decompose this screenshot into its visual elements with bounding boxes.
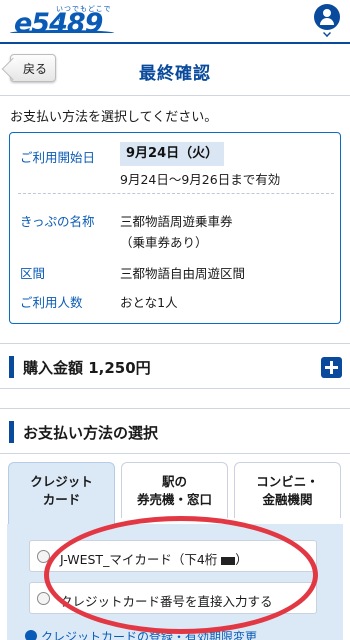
- masked-digits: [221, 556, 236, 565]
- tab-station[interactable]: 駅の 券売機・窓口: [121, 462, 228, 518]
- ticket-name-note: （乗車券あり）: [120, 235, 208, 250]
- account-menu-button[interactable]: [314, 4, 340, 40]
- card-registration-link-text: クレジットカードの登録・有効期限変更: [41, 630, 258, 640]
- card-registration-link[interactable]: クレジットカードの登録・有効期限変更: [25, 628, 257, 640]
- page-title: 最終確認: [139, 64, 211, 84]
- start-date-label: ご利用開始日: [20, 150, 96, 165]
- option-direct-card-entry[interactable]: クレジットカード番号を直接入力する: [29, 582, 317, 614]
- user-icon: [314, 4, 340, 30]
- logo-swoosh: [10, 30, 114, 36]
- radio-direct-card-entry[interactable]: [37, 592, 50, 605]
- route-value: 三都物語自由周遊区間: [120, 266, 246, 281]
- direct-card-entry-label: クレジットカード番号を直接入力する: [60, 594, 273, 609]
- ticket-summary-card: ご利用開始日 9月24日（火） 9月24日～9月26日まで有効 きっぷの名称 三…: [9, 132, 341, 324]
- purchase-amount-section[interactable]: 購入金額 1,250円: [0, 343, 350, 389]
- chevron-down-icon: [323, 29, 331, 37]
- section-accent: [9, 356, 14, 378]
- route-label: 区間: [20, 266, 46, 281]
- ticket-name-value: 三都物語周遊乗車券: [120, 214, 233, 229]
- app-header: いつでもどこでも e5489: [0, 0, 350, 44]
- people-value: おとな1人: [120, 295, 178, 310]
- radio-registered-card[interactable]: [37, 550, 50, 563]
- tab-convenience-store[interactable]: コンビニ・ 金融機関: [234, 462, 341, 518]
- registered-card-suffix: ）: [235, 552, 248, 567]
- info-icon: [25, 630, 37, 640]
- ticket-name-label: きっぷの名称: [20, 214, 95, 229]
- validity-text: 9月24日～9月26日まで有効: [120, 172, 281, 187]
- people-label: ご利用人数: [20, 295, 83, 310]
- registered-card-label: J-WEST_マイカード（下4桁: [60, 552, 218, 567]
- payment-method-title: お支払い方法の選択: [23, 424, 159, 442]
- title-bar: 戻る 最終確認: [0, 46, 350, 96]
- payment-tabs: クレジット カード 駅の 券売機・窓口 コンビニ・ 金融機関 J-WEST_マイ…: [0, 456, 350, 640]
- back-button-label: 戻る: [22, 61, 47, 76]
- tab-credit-card[interactable]: クレジット カード: [8, 462, 115, 525]
- expand-plus-icon[interactable]: [321, 357, 342, 378]
- card-divider: [18, 193, 334, 194]
- option-registered-card[interactable]: J-WEST_マイカード（下4桁 ）: [29, 540, 317, 572]
- start-date-value: 9月24日（火）: [120, 142, 225, 166]
- instruction-text: お支払い方法を選択してください。: [10, 110, 218, 125]
- payment-method-section: お支払い方法の選択: [0, 408, 350, 454]
- purchase-amount-title: 購入金額 1,250円: [23, 359, 151, 377]
- section-accent: [9, 421, 14, 443]
- e5489-logo[interactable]: いつでもどこでも e5489: [10, 4, 115, 39]
